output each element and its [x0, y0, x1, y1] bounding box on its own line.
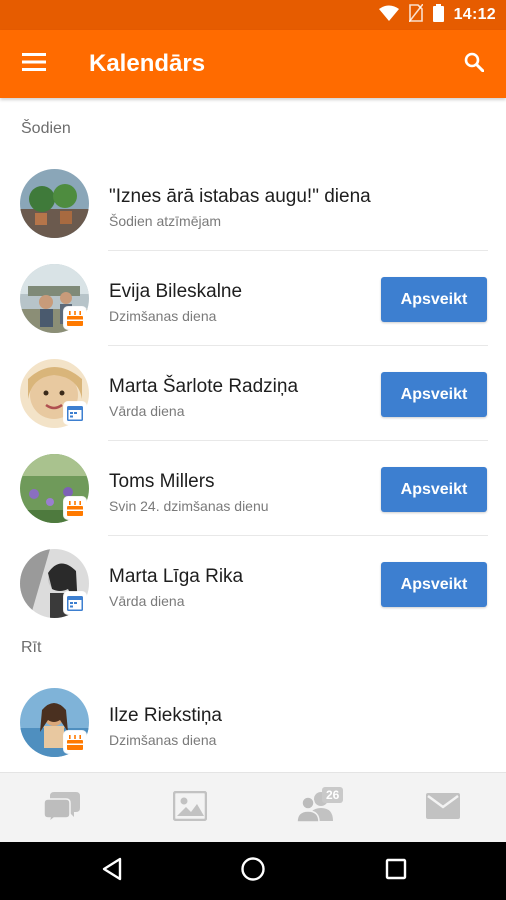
cake-icon	[64, 731, 86, 753]
event-type: Vārda diena	[109, 593, 185, 609]
person-name: Evija Bileskalne	[109, 281, 243, 302]
photos-icon	[172, 790, 208, 826]
list-item-person[interactable]: Ilze Riekstiņa Dzimšanas diena	[0, 675, 506, 770]
cake-icon	[64, 497, 86, 519]
event-type: Dzimšanas diena	[109, 308, 217, 324]
friends-count-badge: 26	[322, 787, 344, 803]
event-subtitle: Šodien atzīmējam	[109, 213, 222, 229]
home-button[interactable]	[233, 852, 273, 890]
congratulate-button[interactable]: Apsveikt	[381, 277, 487, 322]
no-sim-icon	[407, 3, 424, 27]
calendar-icon	[64, 402, 86, 424]
menu-button[interactable]	[12, 44, 56, 84]
event-title: "Iznes ārā istabas augu!" diena	[109, 186, 371, 207]
home-icon	[240, 856, 266, 887]
list-item-holiday[interactable]: "Iznes ārā istabas augu!" diena Šodien a…	[0, 156, 506, 251]
search-button[interactable]	[454, 44, 494, 84]
tab-photos[interactable]	[127, 773, 253, 843]
list-item-person[interactable]: Toms Millers Svin 24. dzimšanas dienu Ap…	[0, 441, 506, 536]
calendar-list[interactable]: Šodien "Iznes ārā istabas augu!" diena Š…	[0, 98, 506, 772]
status-time: 14:12	[453, 6, 496, 23]
chat-icon	[43, 790, 82, 827]
tab-friends[interactable]: 26	[253, 773, 379, 843]
back-button[interactable]	[92, 852, 132, 890]
recents-button[interactable]	[376, 852, 416, 890]
person-name: Marta Līga Rika	[109, 566, 244, 587]
list-item-person[interactable]: Marta Šarlote Radziņa Vārda diena Apsvei…	[0, 346, 506, 441]
battery-icon	[432, 3, 444, 27]
list-item-person[interactable]: Marta Līga Rika Vārda diena Apsveikt	[0, 536, 506, 631]
congratulate-button[interactable]: Apsveikt	[381, 562, 487, 607]
system-nav-bar	[0, 842, 506, 900]
section-header-today: Šodien	[21, 120, 71, 137]
app-bar: Kalendārs	[0, 30, 506, 98]
wifi-icon	[378, 5, 399, 26]
calendar-icon	[64, 592, 86, 614]
cake-icon	[64, 307, 86, 329]
tab-messages[interactable]	[0, 773, 126, 843]
person-name: Marta Šarlote Radziņa	[109, 376, 299, 397]
mail-icon	[426, 792, 460, 824]
person-name: Toms Millers	[109, 471, 215, 492]
bottom-nav: 26	[0, 772, 506, 842]
event-type: Svin 24. dzimšanas dienu	[109, 498, 269, 514]
avatar	[20, 169, 89, 238]
recents-icon	[385, 858, 407, 885]
person-name: Ilze Riekstiņa	[109, 705, 222, 726]
status-bar: 14:12	[0, 0, 506, 30]
section-header-tomorrow: Rīt	[21, 639, 42, 656]
event-type: Vārda diena	[109, 403, 185, 419]
page-title: Kalendārs	[89, 50, 206, 77]
back-icon	[101, 857, 123, 886]
list-item-person[interactable]: Evija Bileskalne Dzimšanas diena Apsveik…	[0, 251, 506, 346]
congratulate-button[interactable]: Apsveikt	[381, 467, 487, 512]
congratulate-button[interactable]: Apsveikt	[381, 372, 487, 417]
hamburger-icon	[22, 52, 46, 76]
tab-mail[interactable]	[380, 773, 506, 843]
event-type: Dzimšanas diena	[109, 732, 217, 748]
search-icon	[464, 52, 485, 77]
